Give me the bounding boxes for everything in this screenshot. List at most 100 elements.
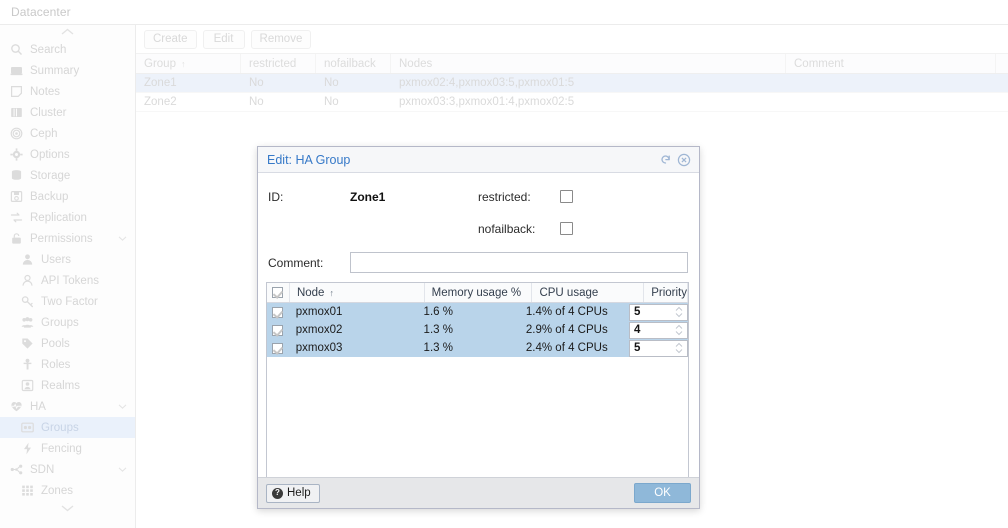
- sidebar-item-label: Ceph: [30, 128, 58, 140]
- reset-icon[interactable]: [657, 152, 673, 168]
- sidebar-item-backup[interactable]: Backup: [0, 186, 135, 207]
- sidebar-item-cluster[interactable]: Cluster: [0, 102, 135, 123]
- grid-toolbar: Create Edit Remove: [136, 25, 1008, 53]
- node-row-checkbox-cell[interactable]: [267, 339, 289, 357]
- select-all-checkbox[interactable]: [272, 287, 283, 298]
- sidebar-item-storage[interactable]: Storage: [0, 165, 135, 186]
- help-icon: ?: [272, 488, 283, 499]
- node-row[interactable]: pxmox021.3 %2.9% of 4 CPUs4: [267, 321, 688, 339]
- chevron-down-icon[interactable]: [118, 465, 127, 474]
- help-button-label: Help: [287, 487, 311, 499]
- spinner-arrows-icon[interactable]: [675, 307, 683, 318]
- sidebar-item-search[interactable]: Search: [0, 39, 135, 60]
- column-header-nofailback[interactable]: nofailback: [316, 54, 391, 73]
- sidebar-item-label: SDN: [30, 464, 54, 476]
- memory-column-header[interactable]: Memory usage %: [425, 283, 533, 302]
- sidebar-item-realms[interactable]: Realms: [0, 375, 135, 396]
- sidebar-item-ceph[interactable]: Ceph: [0, 123, 135, 144]
- dialog-left-fields: ID: Zone1: [266, 186, 478, 250]
- nofailback-label: nofailback:: [478, 222, 560, 236]
- priority-stepper[interactable]: 4: [629, 322, 688, 339]
- sidebar-item-label: Zones: [41, 485, 73, 497]
- node-row-checkbox-cell[interactable]: [267, 303, 289, 321]
- node-row-checkbox[interactable]: [272, 307, 283, 318]
- nofailback-checkbox[interactable]: [560, 222, 573, 235]
- sidebar-item-label: Groups: [41, 317, 79, 329]
- restricted-checkbox[interactable]: [560, 190, 573, 203]
- sidebar-item-notes[interactable]: Notes: [0, 81, 135, 102]
- sidebar-item-groups[interactable]: Groups: [0, 312, 135, 333]
- comment-input[interactable]: [350, 252, 688, 273]
- priority-column-header[interactable]: Priority: [644, 283, 688, 302]
- close-icon[interactable]: [676, 152, 692, 168]
- sidebar-item-label: Realms: [41, 380, 80, 392]
- sidebar-item-permissions[interactable]: Permissions: [0, 228, 135, 249]
- sidebar-item-sdn[interactable]: SDN: [0, 459, 135, 480]
- sidebar-item-summary[interactable]: Summary: [0, 60, 135, 81]
- sidebar-scroll-down-icon[interactable]: [0, 501, 135, 515]
- sidebar-item-zones[interactable]: Zones: [0, 480, 135, 501]
- dialog-footer: ? Help OK: [258, 477, 699, 508]
- breadcrumb-label[interactable]: Datacenter: [11, 5, 71, 19]
- sidebar-item-roles[interactable]: Roles: [0, 354, 135, 375]
- sidebar-item-users[interactable]: Users: [0, 249, 135, 270]
- comment-label: Comment:: [268, 256, 350, 270]
- table-row[interactable]: Zone1NoNopxmox02:4,pxmox03:5,pxmox01:5: [136, 74, 1008, 93]
- comment-field-row: Comment:: [266, 252, 691, 273]
- node-cell-memory: 1.6 %: [417, 303, 519, 321]
- node-row[interactable]: pxmox031.3 %2.4% of 4 CPUs5: [267, 339, 688, 357]
- column-header-restricted[interactable]: restricted: [241, 54, 316, 73]
- chevron-down-icon[interactable]: [118, 234, 127, 243]
- table-row[interactable]: Zone2NoNopxmox03:3,pxmox01:4,pxmox02:5: [136, 93, 1008, 112]
- grid-header-row: Group ↑ restricted nofailback Nodes Comm…: [136, 53, 1008, 74]
- dialog-title-bar[interactable]: Edit: HA Group: [258, 147, 699, 173]
- priority-stepper[interactable]: 5: [629, 340, 688, 357]
- column-header-group[interactable]: Group ↑: [136, 54, 241, 73]
- column-header-group-label: Group: [144, 58, 176, 70]
- id-label: ID:: [268, 190, 350, 204]
- sidebar-item-label: API Tokens: [41, 275, 99, 287]
- node-row-checkbox[interactable]: [272, 325, 283, 336]
- sidebar-item-ha[interactable]: HA: [0, 396, 135, 417]
- sidebar-item-fencing[interactable]: Fencing: [0, 438, 135, 459]
- sidebar-item-options[interactable]: Options: [0, 144, 135, 165]
- cell-nofailback: No: [316, 93, 391, 111]
- node-grid-header-checkbox-cell[interactable]: [267, 283, 290, 302]
- ha-groups-icon: [20, 421, 35, 434]
- sidebar-item-api-tokens[interactable]: API Tokens: [0, 270, 135, 291]
- priority-stepper[interactable]: 5: [629, 304, 688, 321]
- node-row[interactable]: pxmox011.6 %1.4% of 4 CPUs5: [267, 303, 688, 321]
- node-cell-memory: 1.3 %: [417, 339, 519, 357]
- sidebar-item-replication[interactable]: Replication: [0, 207, 135, 228]
- ok-button[interactable]: OK: [634, 483, 691, 503]
- node-row-checkbox[interactable]: [272, 343, 283, 354]
- sidebar-item-groups[interactable]: Groups: [0, 417, 135, 438]
- create-button[interactable]: Create: [144, 30, 197, 49]
- node-cell-node: pxmox01: [289, 303, 417, 321]
- dialog-right-fields: restricted: nofailback:: [478, 186, 691, 250]
- column-header-comment[interactable]: Comment: [786, 54, 996, 73]
- sidebar-item-pools[interactable]: Pools: [0, 333, 135, 354]
- node-column-header[interactable]: Node ↑: [290, 283, 425, 302]
- node-row-checkbox-cell[interactable]: [267, 321, 289, 339]
- sidebar-item-label: Fencing: [41, 443, 82, 455]
- ceph-icon: [9, 127, 24, 140]
- storage-icon: [9, 169, 24, 182]
- column-header-nodes[interactable]: Nodes: [391, 54, 786, 73]
- sidebar-scroll-up-icon[interactable]: [0, 25, 135, 39]
- spinner-arrows-icon[interactable]: [675, 343, 683, 354]
- cpu-column-header[interactable]: CPU usage: [532, 283, 644, 302]
- spinner-arrows-icon[interactable]: [675, 325, 683, 336]
- lock-icon: [9, 232, 24, 245]
- sidebar-item-two-factor[interactable]: Two Factor: [0, 291, 135, 312]
- chevron-down-icon[interactable]: [118, 402, 127, 411]
- sidebar-item-label: Cluster: [30, 107, 66, 119]
- edit-button[interactable]: Edit: [203, 30, 245, 49]
- help-button[interactable]: ? Help: [266, 484, 320, 503]
- node-column-header-label: Node: [297, 287, 325, 299]
- edit-ha-group-dialog: Edit: HA Group ID: Zone1: [257, 146, 700, 509]
- cell-group: Zone2: [136, 93, 241, 111]
- sidebar-item-label: Storage: [30, 170, 70, 182]
- node-grid-header-row: Node ↑ Memory usage % CPU usage Priority: [267, 283, 688, 303]
- remove-button[interactable]: Remove: [251, 30, 312, 49]
